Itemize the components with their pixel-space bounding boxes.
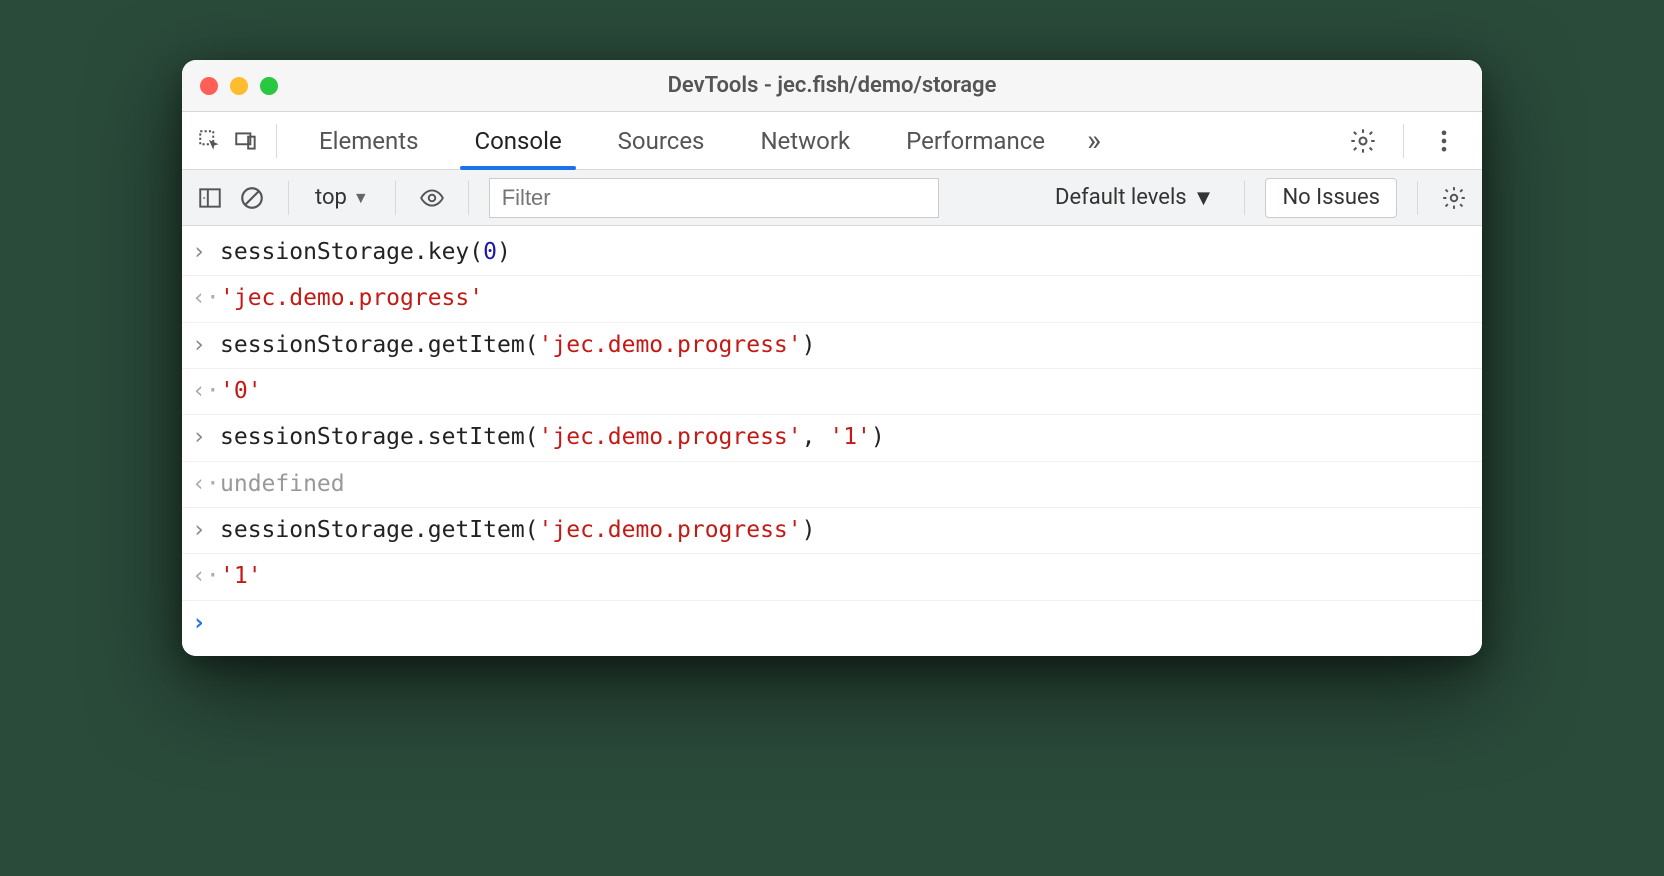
console-prompt-row[interactable]: › xyxy=(182,601,1482,646)
code-text: sessionStorage.setItem('jec.demo.progres… xyxy=(220,421,885,454)
console-output-row: ‹·'0' xyxy=(182,369,1482,415)
log-levels-select[interactable]: Default levels ▼ xyxy=(1045,185,1224,211)
separator xyxy=(468,181,469,215)
tabs-overflow-button[interactable]: » xyxy=(1073,112,1115,169)
tab-console[interactable]: Console xyxy=(446,112,589,169)
console-output-row: ‹·'jec.demo.progress' xyxy=(182,276,1482,322)
settings-icon[interactable] xyxy=(1337,127,1389,155)
minimize-window-button[interactable] xyxy=(230,77,248,95)
clear-console-icon[interactable] xyxy=(236,182,268,214)
console-input-row: ›sessionStorage.getItem('jec.demo.progre… xyxy=(182,508,1482,554)
code-text: sessionStorage.getItem('jec.demo.progres… xyxy=(220,514,816,547)
close-window-button[interactable] xyxy=(200,77,218,95)
filter-input[interactable] xyxy=(489,178,939,218)
input-arrow-icon: › xyxy=(192,329,220,362)
dropdown-triangle-icon: ▼ xyxy=(1193,185,1215,211)
issues-label: No Issues xyxy=(1282,185,1380,210)
execution-context-select[interactable]: top ▼ xyxy=(309,185,375,210)
separator xyxy=(395,181,396,215)
devtools-window: DevTools - jec.fish/demo/storage Element… xyxy=(182,60,1482,656)
more-menu-icon[interactable] xyxy=(1418,127,1470,155)
separator xyxy=(276,124,277,158)
toggle-sidebar-icon[interactable] xyxy=(194,182,226,214)
code-text: '1' xyxy=(220,560,262,593)
console-output[interactable]: ›sessionStorage.key(0)‹·'jec.demo.progre… xyxy=(182,226,1482,656)
code-text: undefined xyxy=(220,468,345,501)
tab-sources[interactable]: Sources xyxy=(590,112,733,169)
input-arrow-icon: › xyxy=(192,514,220,547)
titlebar: DevTools - jec.fish/demo/storage xyxy=(182,60,1482,112)
traffic-lights xyxy=(200,77,278,95)
maximize-window-button[interactable] xyxy=(260,77,278,95)
input-arrow-icon: › xyxy=(192,236,220,269)
window-title: DevTools - jec.fish/demo/storage xyxy=(182,73,1482,98)
output-arrow-icon: ‹· xyxy=(192,282,220,315)
tabs-bar: Elements Console Sources Network Perform… xyxy=(182,112,1482,170)
separator xyxy=(1417,181,1418,215)
issues-button[interactable]: No Issues xyxy=(1265,178,1397,218)
output-arrow-icon: ‹· xyxy=(192,375,220,408)
code-text: '0' xyxy=(220,375,262,408)
code-text: 'jec.demo.progress' xyxy=(220,282,483,315)
separator xyxy=(1403,124,1404,158)
console-input-row: ›sessionStorage.key(0) xyxy=(182,230,1482,276)
prompt-arrow-icon: › xyxy=(192,607,220,640)
tab-network[interactable]: Network xyxy=(732,112,878,169)
live-expression-icon[interactable] xyxy=(416,182,448,214)
code-text: sessionStorage.getItem('jec.demo.progres… xyxy=(220,329,816,362)
console-settings-icon[interactable] xyxy=(1438,182,1470,214)
console-input-row: ›sessionStorage.getItem('jec.demo.progre… xyxy=(182,323,1482,369)
separator xyxy=(1244,181,1245,215)
device-toolbar-icon[interactable] xyxy=(230,125,262,157)
output-arrow-icon: ‹· xyxy=(192,468,220,501)
console-toolbar: top ▼ Default levels ▼ No Issues xyxy=(182,170,1482,226)
code-text: sessionStorage.key(0) xyxy=(220,236,511,269)
console-output-row: ‹·undefined xyxy=(182,462,1482,508)
console-input-row: ›sessionStorage.setItem('jec.demo.progre… xyxy=(182,415,1482,461)
output-arrow-icon: ‹· xyxy=(192,560,220,593)
separator xyxy=(288,181,289,215)
context-label: top xyxy=(315,185,347,210)
console-output-row: ‹·'1' xyxy=(182,554,1482,600)
inspect-element-icon[interactable] xyxy=(194,125,226,157)
dropdown-triangle-icon: ▼ xyxy=(353,188,369,208)
levels-label: Default levels xyxy=(1055,185,1187,210)
panel-tabs: Elements Console Sources Network Perform… xyxy=(291,112,1115,169)
tab-elements[interactable]: Elements xyxy=(291,112,446,169)
input-arrow-icon: › xyxy=(192,421,220,454)
tab-performance[interactable]: Performance xyxy=(878,112,1073,169)
